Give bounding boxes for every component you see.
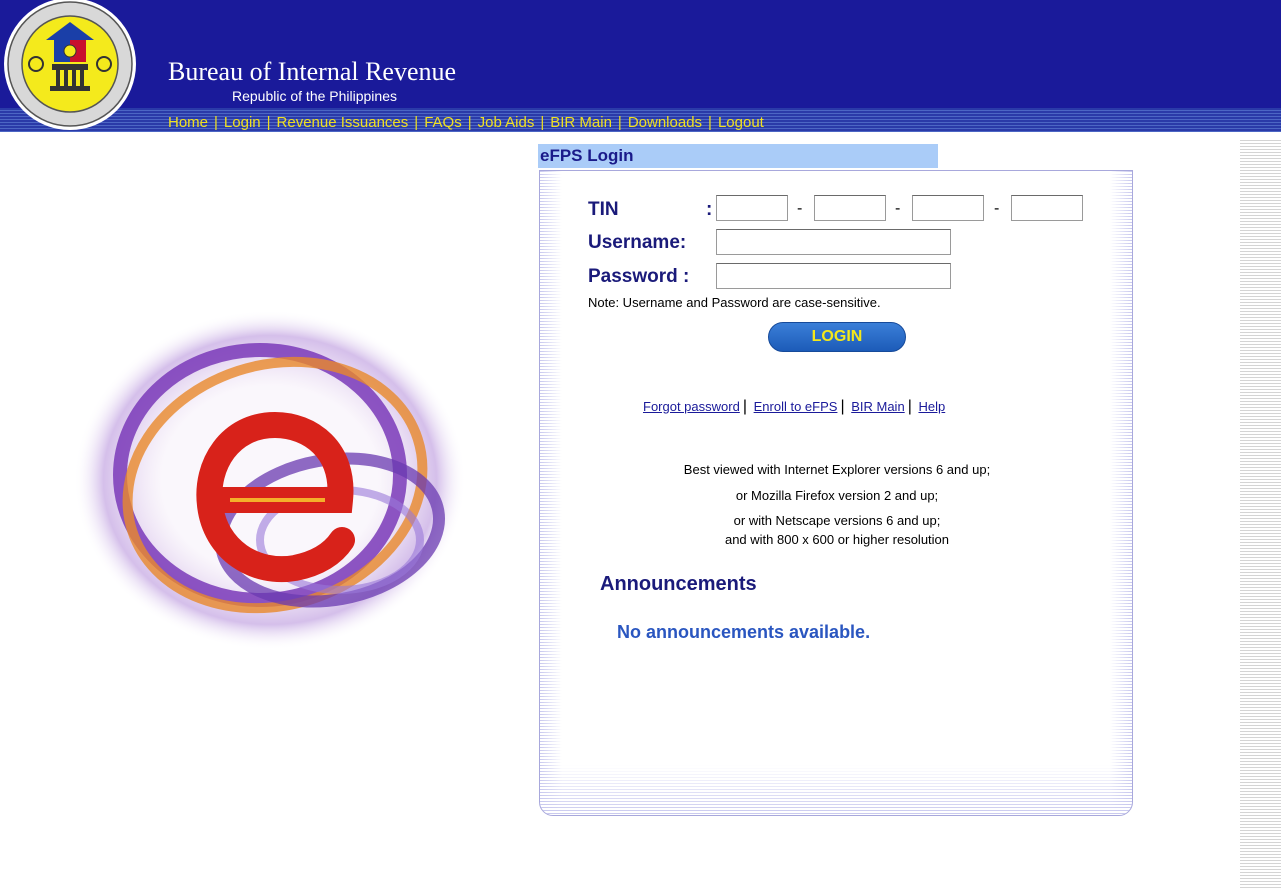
announcements-empty-text: No announcements available. [617,622,871,642]
nav-separator: | [467,113,472,131]
nav-login[interactable]: Login [224,114,261,131]
tin-colon: : [706,199,713,220]
help-links: Forgot password | Enroll to eFPS | BIR Mai… [643,398,945,416]
site-subtitle: Republic of the Philippines [232,88,397,104]
efps-e-logo-icon [74,310,466,650]
site-header: Bureau of Internal Revenue Republic of t… [0,0,1281,132]
decorative-side-lines [1240,140,1281,889]
help-link[interactable]: Help [918,399,945,414]
bir-seal-icon [4,0,136,130]
nav-revenue-issuances[interactable]: Revenue Issuances [277,114,409,131]
tin-part-1-input[interactable] [716,195,788,221]
compatibility-line: or Mozilla Firefox version 2 and up; [735,488,939,503]
nav-job-aids[interactable]: Job Aids [478,114,535,131]
link-separator: | [840,398,845,415]
nav-separator: | [214,113,218,131]
enroll-efps-link[interactable]: Enroll to eFPS [754,399,838,414]
nav-home[interactable]: Home [168,114,208,131]
bir-main-link[interactable]: BIR Main [851,399,904,414]
tin-dash: - [895,200,901,217]
nav-separator: | [708,113,712,131]
nav-downloads[interactable]: Downloads [628,114,702,131]
username-label: Username: [588,232,687,253]
compatibility-line: and with 800 x 600 or higher resolution [724,532,950,547]
nav-separator: | [414,113,419,131]
password-label: Password : [588,266,690,287]
password-input[interactable] [716,263,951,289]
link-separator: | [742,398,747,415]
login-button[interactable]: LOGIN [768,322,906,352]
announcements-title: Announcements [600,573,757,595]
panel-decoration [540,765,1132,815]
tin-part-2-input[interactable] [814,195,886,221]
forgot-password-link[interactable]: Forgot password [643,399,740,414]
case-sensitivity-note: Note: Username and Password are case-sen… [588,295,881,310]
compatibility-line: or with Netscape versions 6 and up; [733,513,941,528]
site-title: Bureau of Internal Revenue [168,57,457,86]
nav-separator: | [540,113,545,131]
tin-dash: - [797,200,803,217]
compatibility-line: Best viewed with Internet Explorer versi… [683,462,991,477]
tin-part-4-input[interactable] [1011,195,1083,221]
panel-title: eFPS Login [538,144,938,168]
nav-logout[interactable]: Logout [718,114,764,131]
panel-decoration [1110,171,1132,815]
top-nav: Home | Login | Revenue Issuances | FAQs … [168,112,764,132]
nav-faqs[interactable]: FAQs [424,114,462,131]
nav-separator: | [266,113,271,131]
link-separator: | [907,398,912,415]
tin-part-3-input[interactable] [912,195,984,221]
tin-dash: - [994,200,1000,217]
nav-bir-main[interactable]: BIR Main [550,114,612,131]
username-input[interactable] [716,229,951,255]
nav-separator: | [617,113,622,131]
tin-label: TIN [588,199,619,220]
panel-decoration [540,171,562,815]
